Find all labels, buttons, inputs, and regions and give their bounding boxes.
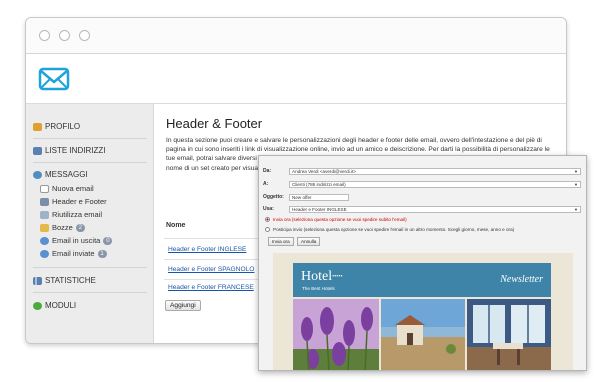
sidebar: Profilo Liste indirizzi Messaggi Nuova e… bbox=[26, 104, 154, 343]
sidebar-subitem-email-inviate[interactable]: Email inviate 1 bbox=[40, 249, 107, 258]
header-footer-icon bbox=[40, 197, 49, 206]
count-badge: 0 bbox=[103, 236, 113, 245]
window-titlebar bbox=[26, 18, 566, 54]
chart-icon bbox=[33, 276, 42, 285]
add-button[interactable]: Aggiungi bbox=[165, 300, 201, 311]
chevron-down-icon: ▼ bbox=[574, 207, 578, 212]
sidebar-item-statistiche[interactable]: Statistiche bbox=[33, 276, 96, 285]
new-email-icon bbox=[40, 184, 49, 193]
divider bbox=[164, 238, 264, 239]
sent-icon bbox=[40, 249, 49, 258]
sidebar-subitem-label: Nuova email bbox=[52, 184, 94, 193]
sidebar-subitem-email-in-uscita[interactable]: Email in uscita 0 bbox=[40, 236, 113, 245]
count-badge: 1 bbox=[97, 249, 107, 258]
sidebar-item-label: Messaggi bbox=[45, 170, 88, 179]
newsletter-title: Newsletter bbox=[500, 274, 543, 285]
sidebar-item-label: Statistiche bbox=[45, 276, 96, 285]
sidebar-item-label: Moduli bbox=[45, 301, 77, 310]
send-now-label: Invia ora (seleziona questa opzione se v… bbox=[273, 217, 407, 222]
list-icon bbox=[33, 146, 42, 155]
outbox-icon bbox=[40, 236, 49, 245]
sidebar-item-label: Profilo bbox=[45, 122, 81, 131]
lock-icon bbox=[33, 122, 42, 131]
chevron-down-icon: ▼ bbox=[574, 169, 578, 174]
use-select[interactable]: Header e Footer INGLESE ▼ bbox=[289, 206, 581, 213]
lavender-photo bbox=[293, 299, 379, 370]
module-icon bbox=[33, 301, 42, 310]
to-value: Clienti (786 indirizzi email) bbox=[292, 182, 346, 187]
set-link-inglese[interactable]: Header e Footer INGLESE bbox=[168, 246, 246, 253]
divider bbox=[33, 292, 147, 293]
reuse-icon bbox=[40, 210, 49, 219]
window-minimize-button[interactable] bbox=[59, 30, 70, 41]
sidebar-subitem-riutilizza-email[interactable]: Riutilizza email bbox=[40, 210, 102, 219]
use-label: Usa: bbox=[263, 206, 274, 212]
sidebar-item-liste-indirizzi[interactable]: Liste indirizzi bbox=[33, 146, 105, 155]
newsletter-header: Hotel••••• The Best Hotels Newsletter bbox=[293, 263, 551, 297]
divider bbox=[164, 279, 264, 280]
radio-icon bbox=[265, 227, 270, 232]
sidebar-subitem-label: Header e Footer bbox=[52, 197, 107, 206]
brand-stars: ••••• bbox=[332, 273, 343, 280]
seaside-house-photo bbox=[381, 299, 465, 370]
envelope-logo-icon bbox=[38, 67, 70, 91]
window-close-button[interactable] bbox=[39, 30, 50, 41]
sidebar-subitem-label: Bozze bbox=[52, 223, 73, 232]
to-select[interactable]: Clienti (786 indirizzi email) ▼ bbox=[289, 181, 581, 188]
set-link-francese[interactable]: Header e Footer FRANCESE bbox=[168, 284, 254, 291]
sidebar-item-messaggi[interactable]: Messaggi bbox=[33, 170, 88, 179]
use-value: Header e Footer INGLESE bbox=[292, 207, 347, 212]
divider bbox=[33, 162, 147, 163]
interior-photo bbox=[467, 299, 551, 370]
from-label: Da: bbox=[263, 168, 272, 174]
from-value: Andrea Verdi <averdi@verdi.it> bbox=[292, 169, 356, 174]
brand-name: Hotel bbox=[301, 269, 333, 284]
radio-selected-icon bbox=[265, 217, 270, 222]
window-maximize-button[interactable] bbox=[79, 30, 90, 41]
sidebar-subitem-bozze[interactable]: Bozze 2 bbox=[40, 223, 85, 232]
drafts-icon bbox=[40, 223, 49, 232]
sidebar-item-profilo[interactable]: Profilo bbox=[33, 122, 80, 131]
sidebar-item-moduli[interactable]: Moduli bbox=[33, 301, 76, 310]
postpone-radio[interactable]: Posticipa invio (seleziona questa opzion… bbox=[265, 227, 514, 232]
chevron-down-icon: ▼ bbox=[574, 182, 578, 187]
newsletter-preview: Hotel••••• The Best Hotels Newsletter bbox=[273, 253, 573, 370]
newsletter-brand: Hotel••••• bbox=[301, 269, 343, 285]
set-link-spagnolo[interactable]: Header e Footer SPAGNOLO bbox=[168, 266, 254, 273]
send-now-button[interactable]: Invia ora bbox=[268, 237, 294, 246]
cancel-button[interactable]: Annulla bbox=[297, 237, 321, 246]
divider bbox=[33, 267, 147, 268]
postpone-label: Posticipa invio (seleziona questa opzion… bbox=[273, 227, 515, 232]
send-now-radio[interactable]: Invia ora (seleziona questa opzione se v… bbox=[265, 217, 407, 222]
divider bbox=[33, 138, 147, 139]
compose-window: Da: Andrea Verdi <averdi@verdi.it> ▼ A: … bbox=[258, 155, 587, 371]
sidebar-subitem-label: Email inviate bbox=[52, 249, 95, 258]
sidebar-subitem-label: Email in uscita bbox=[52, 236, 101, 245]
sidebar-subitem-nuova-email[interactable]: Nuova email bbox=[40, 184, 94, 193]
sidebar-subitem-header-footer[interactable]: Header e Footer bbox=[40, 197, 107, 206]
sidebar-subitem-label: Riutilizza email bbox=[52, 210, 103, 219]
messages-icon bbox=[33, 170, 42, 179]
from-select[interactable]: Andrea Verdi <averdi@verdi.it> ▼ bbox=[289, 168, 581, 175]
count-badge: 2 bbox=[75, 223, 85, 232]
divider bbox=[164, 259, 264, 260]
app-header bbox=[26, 55, 566, 104]
to-label: A: bbox=[263, 181, 269, 187]
column-header-nome: Nome bbox=[166, 222, 186, 229]
subject-label: Oggetto: bbox=[263, 194, 284, 200]
page-title: Header & Footer bbox=[166, 116, 263, 131]
subject-input[interactable]: New offer bbox=[289, 194, 349, 201]
sidebar-item-label: Liste indirizzi bbox=[45, 146, 106, 155]
newsletter-tagline: The Best Hotels bbox=[302, 286, 335, 291]
subject-value: New offer bbox=[292, 195, 312, 200]
